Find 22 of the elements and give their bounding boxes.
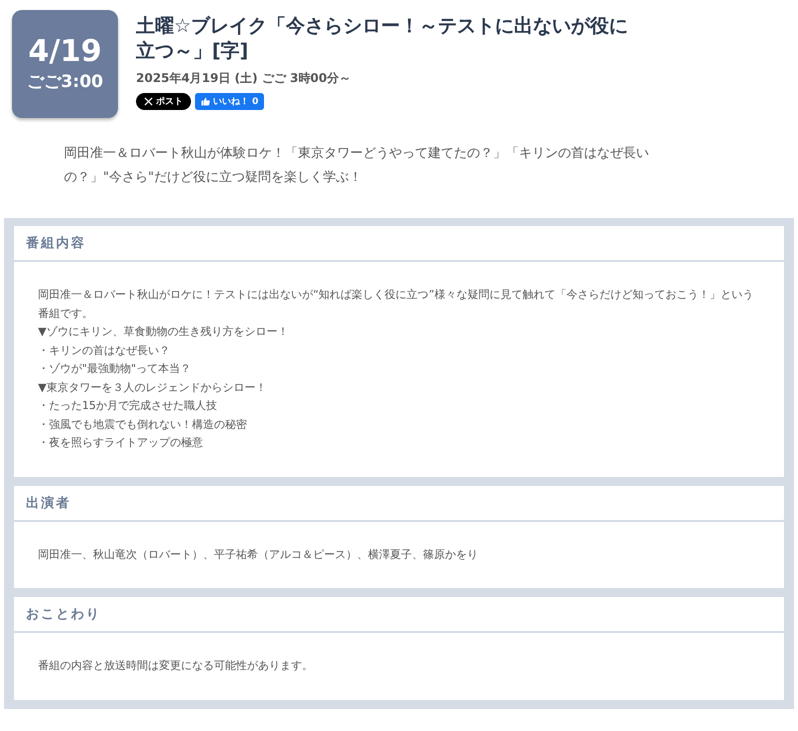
like-button[interactable]: いいね！ 0 [195,93,264,110]
program-summary: 岡田准一＆ロバート秋山が体験ロケ！「東京タワーどうやって建てたの？」「キリンの首はなぜ長いの？」"今さら"だけど役に立つ疑問を楽しく学ぶ！ [64,145,650,187]
section-heading: 番組内容 [14,226,784,262]
program-title: 土曜☆ブレイク「今さらシロー！～テストに出ないが役に立つ～」[字] [136,14,630,64]
thumbs-up-icon [201,97,210,106]
section-heading: おことわり [14,597,784,633]
section-text: ・キリンの首はなぜ長い？ [38,342,171,358]
badge-time: ごご3:00 [26,71,104,94]
section-text: ・たった15か月で完成させた職人技 [38,398,218,414]
section-text: ・ゾウが"最強動物"って本当？ [38,361,192,377]
section-heading: 出演者 [14,486,784,522]
air-date: 2025年4月19日 (土) ごご 3時00分～ [136,70,352,87]
section-text: ・夜を照らすライトアップの極意 [38,435,204,451]
section-text: 番組の内容と放送時間は変更になる可能性があります。 [38,658,314,674]
section-text: 岡田准一、秋山竜次（ロバート）、平子祐希（アルコ＆ピース）、横澤夏子、篠原かをり [38,546,479,562]
section-text: ・強風でも地震でも倒れない！構造の秘密 [38,416,248,432]
badge-date: 4/19 [28,34,102,70]
x-logo-icon [144,97,153,106]
section-text: 岡田准一＆ロバート秋山がロケに！テストには出ないが“知れば楽しく役に立つ”様々な疑問に見て触れて「今さらだけど知っておこう！」という番組です。 [38,287,754,322]
section-text: ▼東京タワーを３人のレジェンドからシロー！ [38,380,268,396]
post-button[interactable]: ポスト [136,93,191,110]
section-text: ▼ゾウにキリン、草食動物の生き残り方をシロー！ [38,324,290,340]
